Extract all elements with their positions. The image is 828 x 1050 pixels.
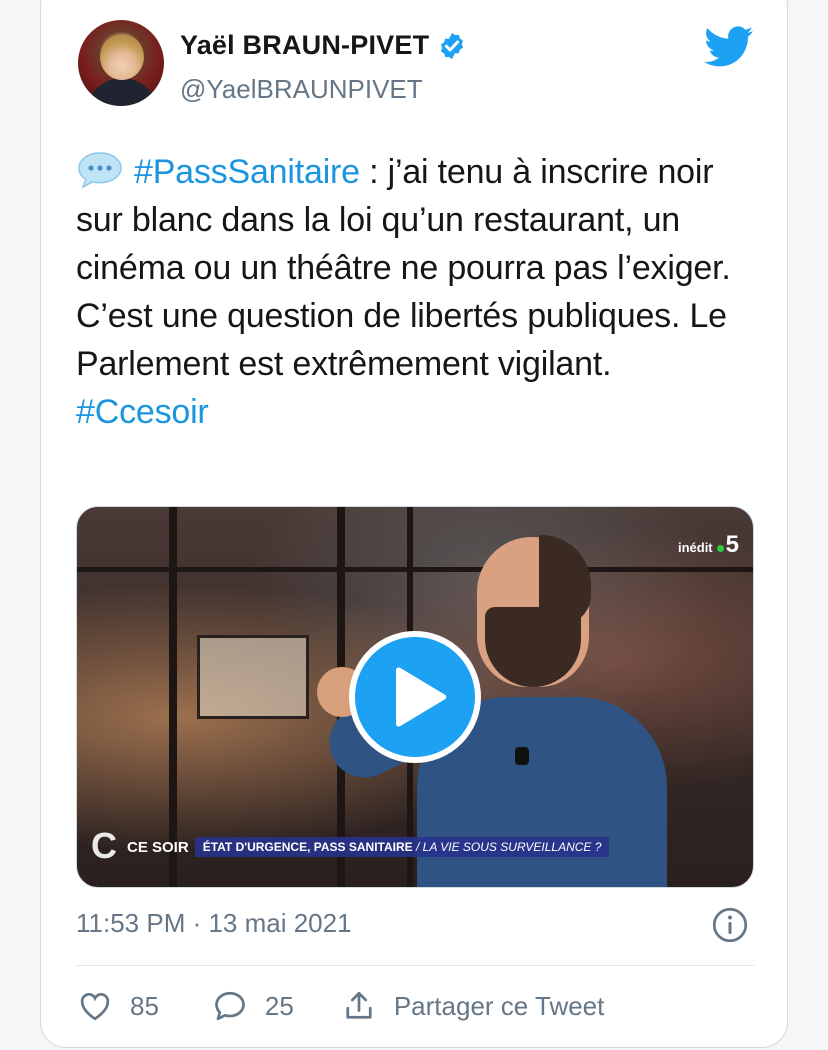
heart-icon [80, 993, 110, 1021]
action-bar: 85 25 Partager ce Tweet [76, 988, 604, 1024]
channel-badge: inédit 5 [677, 531, 739, 558]
verified-badge-icon [441, 32, 464, 59]
tweet-timestamp[interactable]: 11:53 PM · 13 mai 2021 [76, 908, 352, 939]
info-icon[interactable] [712, 907, 748, 943]
avatar[interactable] [78, 20, 164, 106]
play-icon [396, 667, 447, 727]
video-player[interactable]: inédit 5 C CE SOIR ÉTAT D'URGENCE, PASS … [76, 506, 754, 888]
like-count: 85 [130, 990, 159, 1021]
lower-third-banner: CE SOIR ÉTAT D'URGENCE, PASS SANITAIRE /… [127, 837, 610, 857]
tweet-text: #PassSanitaire : j’ai tenu à inscrire no… [76, 148, 766, 436]
hashtag-pass-sanitaire[interactable]: #PassSanitaire [134, 153, 360, 191]
divider [76, 965, 754, 966]
reply-button[interactable]: 25 [211, 988, 294, 1024]
author-handle[interactable]: @YaelBRAUNPIVET [180, 74, 423, 105]
share-label: Partager ce Tweet [393, 990, 605, 1021]
author-name-row[interactable]: Yaël BRAUN-PIVET [180, 30, 467, 61]
reply-bubble-icon [215, 991, 245, 1021]
speech-balloon-icon [78, 152, 122, 189]
author-display-name[interactable]: Yaël BRAUN-PIVET [180, 30, 429, 61]
play-button[interactable] [349, 631, 481, 763]
like-button[interactable]: 85 [76, 988, 159, 1024]
hashtag-ccesoir[interactable]: #Ccesoir [76, 393, 209, 431]
reply-count: 25 [264, 990, 294, 1021]
show-logo-icon: C [91, 825, 117, 866]
share-icon [346, 991, 372, 1019]
twitter-bird-icon[interactable] [704, 26, 754, 68]
share-button[interactable]: Partager ce Tweet [340, 988, 605, 1024]
